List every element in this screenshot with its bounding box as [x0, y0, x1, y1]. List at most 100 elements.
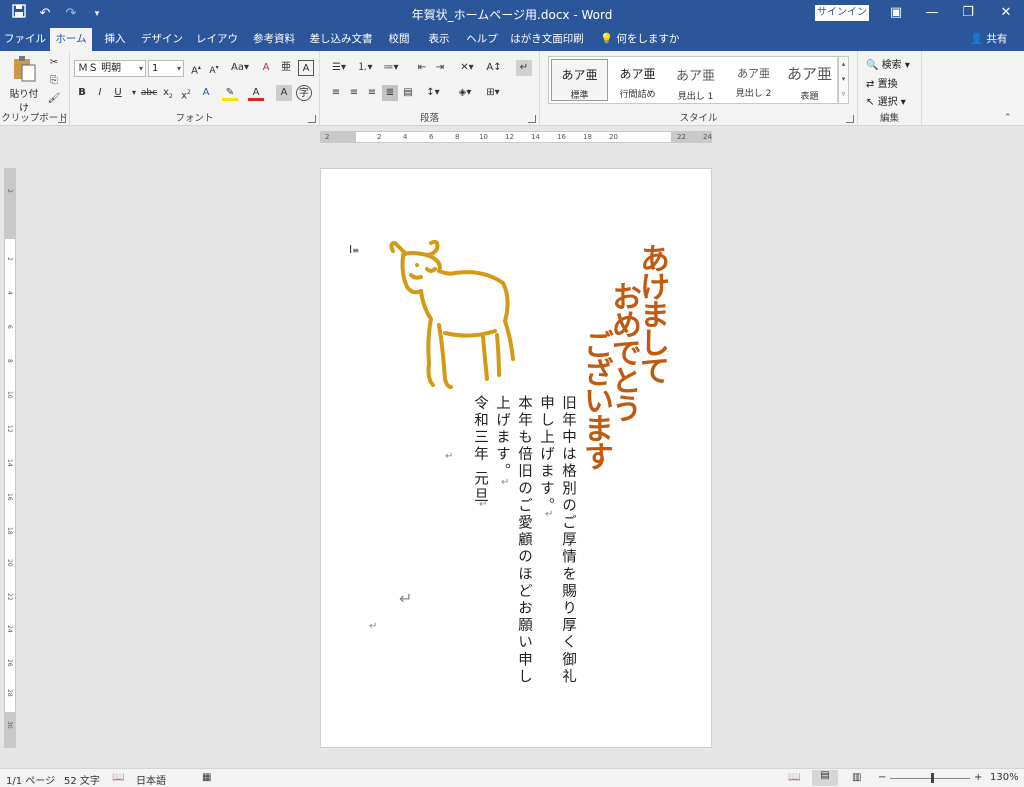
ruler-tick: 20 — [609, 133, 618, 141]
select-button[interactable]: ↖ 選択 ▾ — [866, 93, 906, 108]
style-heading-2[interactable]: あア亜 見出し 2 — [725, 59, 782, 101]
grow-font-icon[interactable]: A▴ — [188, 60, 204, 76]
copy-icon[interactable]: ⎘ — [46, 73, 62, 89]
font-size-combo[interactable]: 1 ▾ — [148, 60, 184, 77]
zoom-in-icon[interactable]: + — [974, 772, 982, 783]
superscript-icon[interactable]: x2 — [178, 85, 194, 101]
style-title[interactable]: あア亜 表題 — [781, 59, 838, 102]
ruler-tick: 12 — [6, 425, 13, 433]
body-line-1: 旧年中は格別のご厚情を賜り厚く御礼 — [560, 395, 576, 686]
paragraph-launcher[interactable] — [528, 115, 536, 123]
tab-design[interactable]: デザイン — [138, 28, 186, 51]
text-cursor-icon: I≡ — [349, 243, 359, 256]
ruler-tick: 2 — [6, 257, 13, 261]
proofing-icon[interactable]: 📖 — [112, 772, 124, 783]
subscript-icon[interactable]: x2 — [160, 85, 176, 101]
highlight-icon[interactable]: ✎ — [222, 85, 238, 101]
show-formatting-icon[interactable]: ↵ — [516, 60, 532, 76]
tab-references[interactable]: 参考資料 — [248, 28, 300, 51]
style-heading-1[interactable]: あア亜 見出し 1 — [667, 59, 724, 102]
distributed-icon[interactable]: ▤ — [400, 85, 416, 101]
shading-icon[interactable]: ◈▾ — [454, 85, 476, 101]
ruler-tick: 28 — [6, 689, 13, 697]
chevron-down-icon: ▾ — [176, 64, 181, 73]
tab-review[interactable]: 校閲 — [382, 28, 416, 51]
increase-indent-icon[interactable]: ⇥ — [432, 60, 448, 76]
tab-help[interactable]: ヘルプ — [462, 28, 502, 51]
decrease-indent-icon[interactable]: ⇤ — [414, 60, 430, 76]
tell-me-box[interactable]: 💡 何をしますか — [600, 28, 679, 51]
print-layout-icon[interactable]: ▤ — [812, 770, 838, 786]
ruler-tick: 4 — [6, 291, 13, 295]
font-color-icon[interactable]: A — [248, 85, 264, 101]
web-layout-icon[interactable]: ▥ — [852, 772, 861, 783]
paste-button[interactable]: 貼り付け — [6, 55, 42, 114]
clipboard-launcher[interactable] — [58, 115, 66, 123]
italic-icon[interactable]: I — [92, 85, 108, 101]
enclose-character-icon[interactable]: 字 — [296, 85, 312, 101]
ruler-tick: 22 — [6, 593, 13, 601]
zoom-slider-thumb[interactable] — [931, 773, 934, 783]
zoom-out-icon[interactable]: − — [878, 772, 886, 783]
cut-icon[interactable]: ✂ — [46, 55, 62, 71]
tab-postcard[interactable]: はがき文面印刷 — [508, 28, 586, 51]
collapse-ribbon-icon[interactable]: ⌃ — [1004, 113, 1012, 123]
ruler-tick: 8 — [6, 359, 13, 363]
tab-mailings[interactable]: 差し込み文書 — [308, 28, 374, 51]
line-spacing-icon[interactable]: ↕▾ — [422, 85, 444, 101]
title-bar: ↶ ↷ ▾ 年賀状_ホームページ用.docx - Word サインイン ▣ — … — [0, 0, 1024, 28]
underline-icon[interactable]: U — [110, 85, 126, 101]
styles-launcher[interactable] — [846, 115, 854, 123]
enclose-characters-icon[interactable]: A — [298, 60, 314, 76]
style-normal[interactable]: あア亜 標準 — [551, 59, 608, 101]
asian-layout-icon[interactable]: A↕ — [486, 60, 502, 76]
signin-button[interactable]: サインイン — [815, 5, 869, 21]
ribbon-display-options-icon[interactable]: ▣ — [878, 0, 914, 28]
tab-view[interactable]: 表示 — [422, 28, 456, 51]
bold-icon[interactable]: B — [74, 85, 90, 101]
text-effects-icon[interactable]: A — [198, 85, 214, 101]
zoom-level[interactable]: 130% — [990, 772, 1019, 783]
character-shading-icon[interactable]: A — [276, 85, 292, 101]
share-button[interactable]: 👤 共有 — [970, 28, 1007, 51]
clear-formatting-icon[interactable]: A — [258, 60, 274, 76]
tab-insert[interactable]: 挿入 — [98, 28, 132, 51]
justify-icon[interactable]: ≣ — [382, 85, 398, 101]
style-no-spacing[interactable]: あア亜 行間詰め — [609, 59, 666, 101]
find-button[interactable]: 🔍 検索 ▾ — [866, 56, 910, 71]
strikethrough-icon[interactable]: abc — [138, 85, 160, 101]
bullets-icon[interactable]: ☰▾ — [328, 60, 350, 76]
cursor-icon: ↖ — [866, 97, 875, 108]
align-center-icon[interactable]: ≡ — [346, 85, 362, 101]
minimize-icon[interactable]: — — [914, 0, 950, 28]
font-launcher[interactable] — [308, 115, 316, 123]
vertical-ruler[interactable]: 2 2 4 6 8 10 12 14 16 18 20 22 24 26 28 … — [4, 168, 16, 748]
horizontal-ruler[interactable]: 2 2 4 6 8 10 12 14 16 18 20 22 24 — [320, 131, 712, 143]
tab-file[interactable]: ファイル — [4, 28, 46, 51]
document-page[interactable]: I≡ あけまして おめでとう ございます 旧年中は格別のご厚情を賜り厚く御礼 申… — [320, 168, 712, 748]
text-direction-icon[interactable]: ✕▾ — [456, 60, 478, 76]
phonetic-guide-icon[interactable]: 亜 — [278, 60, 294, 76]
tab-home[interactable]: ホーム — [50, 28, 92, 51]
read-mode-icon[interactable]: 📖 — [788, 772, 800, 783]
align-right-icon[interactable]: ≡ — [364, 85, 380, 101]
align-left-icon[interactable]: ≡ — [328, 85, 344, 101]
page-count[interactable]: 1/1 ページ — [6, 772, 55, 787]
restore-icon[interactable]: ❐ — [950, 0, 986, 28]
numbering-icon[interactable]: ⒈▾ — [354, 60, 376, 76]
close-icon[interactable]: ✕ — [988, 0, 1024, 28]
borders-icon[interactable]: ⊞▾ — [482, 85, 504, 101]
language-indicator[interactable]: 日本語 — [136, 772, 166, 787]
macro-icon[interactable]: ▦ — [202, 772, 211, 783]
zoom-slider[interactable] — [890, 778, 970, 779]
multilevel-list-icon[interactable]: ≔▾ — [380, 60, 402, 76]
shrink-font-icon[interactable]: A▾ — [206, 60, 222, 76]
styles-gallery-scroll[interactable]: ▴ ▾ ▿ — [838, 56, 849, 104]
tab-layout[interactable]: レイアウト — [192, 28, 242, 68]
format-painter-icon[interactable]: 🖌 — [46, 91, 62, 107]
ribbon: 貼り付け ✂ ⎘ 🖌 クリップボード ＭＳ 明朝 ▾ 1 ▾ A▴ A▾ Aa▾ A… — [0, 51, 1024, 126]
replace-button[interactable]: ⇄ 置換 — [866, 75, 898, 90]
font-name-combo[interactable]: ＭＳ 明朝 ▾ — [74, 60, 146, 77]
word-count[interactable]: 52 文字 — [64, 772, 100, 787]
change-case-icon[interactable]: Aa▾ — [228, 60, 252, 76]
